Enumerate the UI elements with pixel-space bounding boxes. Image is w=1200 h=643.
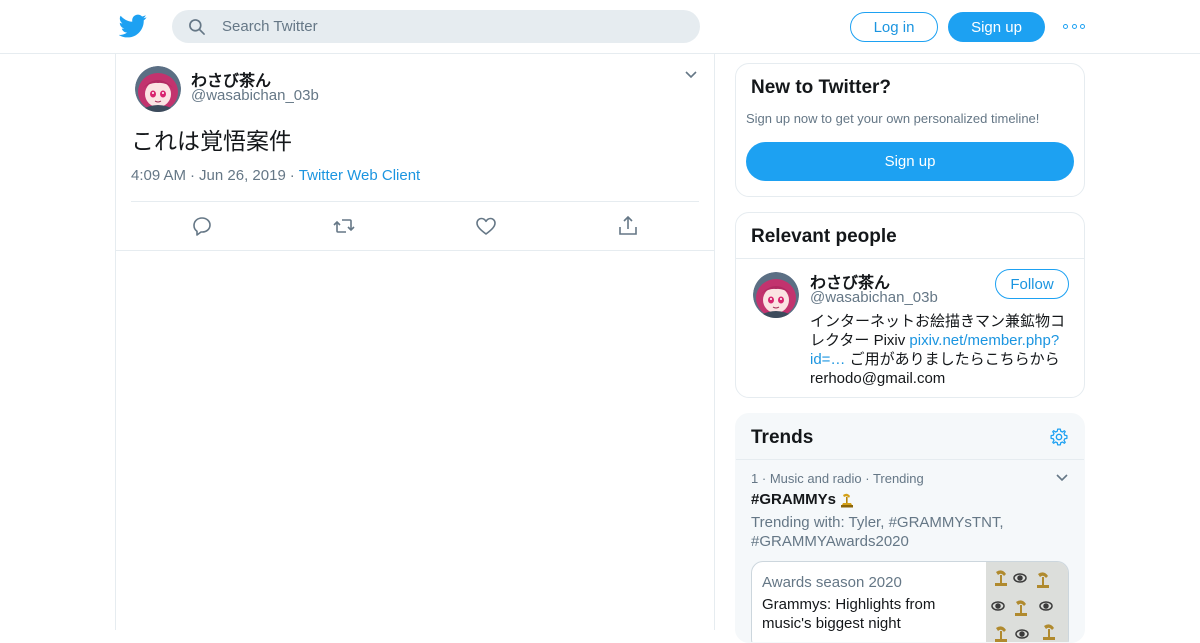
- card-subtitle: Sign up now to get your own personalized…: [746, 111, 1040, 126]
- reply-icon[interactable]: [190, 214, 214, 238]
- signup-button[interactable]: Sign up: [948, 12, 1045, 42]
- tweet-text: これは覚悟案件: [131, 129, 292, 155]
- share-icon[interactable]: [616, 214, 640, 238]
- card-title: Trends: [751, 427, 814, 448]
- main-timeline-column: わさび茶ん @wasabichan_03b これは覚悟案件 4:09 AM · Ju…: [115, 54, 715, 630]
- avatar[interactable]: [135, 66, 181, 112]
- news-thumbnail: [986, 562, 1068, 642]
- card-title: New to Twitter?: [751, 77, 892, 98]
- tweet-client-link[interactable]: Twitter Web Client: [299, 167, 420, 184]
- trend-hashtag[interactable]: #GRAMMYs: [751, 491, 836, 508]
- separator-dot: ·: [865, 471, 873, 486]
- login-button[interactable]: Log in: [850, 12, 938, 42]
- separator-dot: ·: [761, 471, 770, 486]
- relevant-people-card: Relevant people わさび茶ん @wasabichan_03b Fo…: [735, 212, 1085, 398]
- search-icon: [189, 19, 205, 35]
- trend-rank: 1: [751, 471, 759, 486]
- search-box[interactable]: [172, 10, 700, 43]
- like-icon[interactable]: [474, 214, 498, 238]
- more-dots-icon[interactable]: [1063, 18, 1085, 34]
- chevron-down-icon[interactable]: [684, 70, 698, 80]
- separator-dot: ·: [289, 167, 295, 184]
- avatar-illustration-icon: [753, 272, 799, 318]
- chevron-down-icon[interactable]: [1055, 473, 1069, 483]
- person-handle[interactable]: @wasabichan_03b: [810, 289, 938, 306]
- person-bio: インターネットお絵描きマン兼鉱物コレクター Pixiv pixiv.net/me…: [810, 312, 1072, 388]
- bio-text: ご用がありましたらこちらから rerhodo@gmail.com: [810, 351, 1060, 387]
- trend-name[interactable]: #GRAMMYs: [751, 491, 855, 508]
- tweet-time[interactable]: 4:09 AM: [131, 167, 186, 184]
- tweet-author-handle[interactable]: @wasabichan_03b: [191, 87, 319, 104]
- trend-news-card[interactable]: Awards season 2020 Grammys: Highlights f…: [751, 561, 1069, 642]
- divider: [736, 459, 1084, 460]
- follow-button[interactable]: Follow: [995, 269, 1069, 299]
- trend-meta: 1 · Music and radio · Trending: [751, 471, 924, 486]
- signup-large-button[interactable]: Sign up: [746, 142, 1074, 181]
- trend-status: Trending: [872, 471, 924, 486]
- search-input[interactable]: [222, 10, 682, 43]
- separator-dot: ·: [190, 167, 196, 184]
- avatar-illustration-icon: [135, 66, 181, 112]
- gear-icon[interactable]: [1049, 427, 1069, 447]
- trend-category: Music and radio: [769, 471, 862, 486]
- avatar[interactable]: [753, 272, 799, 318]
- tweet-metadata: 4:09 AM · Jun 26, 2019 · Twitter Web Client: [131, 167, 420, 184]
- trend-related: Trending with: Tyler, #GRAMMYsTNT, #GRAM…: [751, 514, 1004, 550]
- tweet: わさび茶ん @wasabichan_03b これは覚悟案件 4:09 AM · Ju…: [116, 54, 714, 251]
- tweet-date[interactable]: Jun 26, 2019: [199, 167, 286, 184]
- news-headline[interactable]: Grammys: Highlights from music's biggest…: [762, 595, 982, 633]
- card-title: Relevant people: [751, 226, 897, 247]
- retweet-icon[interactable]: [332, 214, 356, 238]
- news-kicker: Awards season 2020: [762, 574, 902, 591]
- trends-card: Trends 1 · Music and radio · Trending #G…: [735, 413, 1085, 643]
- divider: [131, 201, 699, 202]
- divider: [736, 258, 1084, 259]
- grammy-pattern-image: [986, 562, 1068, 642]
- twitter-bird-icon[interactable]: [119, 12, 147, 40]
- grammy-trophy-icon: [841, 493, 854, 507]
- new-to-twitter-card: New to Twitter? Sign up now to get your …: [735, 63, 1085, 197]
- top-navigation-bar: Log in Sign up: [0, 0, 1200, 54]
